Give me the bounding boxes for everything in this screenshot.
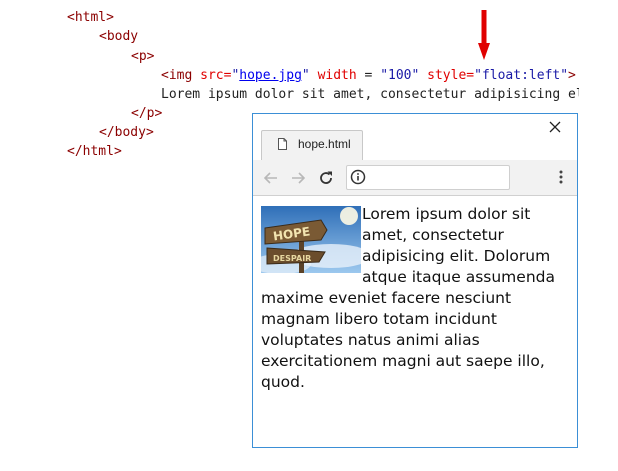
info-icon[interactable] <box>350 169 366 185</box>
style-value: "float:left" <box>474 68 569 83</box>
src-quote-close: " <box>301 68 310 83</box>
address-bar[interactable] <box>346 165 510 190</box>
reload-icon[interactable] <box>318 170 334 186</box>
code-line-html-open: <html> <box>67 10 114 25</box>
src-attribute: src= <box>200 68 232 83</box>
tab-strip: hope.html <box>253 114 577 160</box>
code-line-body-close: </body> <box>99 125 154 140</box>
hope-image: HOPE DESPAIR <box>261 206 361 273</box>
src-link[interactable]: hope.jpg <box>239 68 302 83</box>
menu-dots-icon[interactable] <box>559 169 563 185</box>
close-icon[interactable] <box>549 121 561 133</box>
code-line-p-open: <p> <box>131 49 155 64</box>
code-line-html-close: </html> <box>67 144 122 159</box>
code-line-p-close: </p> <box>131 106 163 121</box>
document-icon <box>278 138 287 150</box>
red-arrow-icon <box>478 10 490 60</box>
img-tag-open: <img <box>161 68 193 83</box>
code-line-body-open: <body <box>99 29 139 44</box>
browser-tab[interactable]: hope.html <box>261 130 363 160</box>
code-line-img: <img src="hope.jpg" width = "100" style=… <box>161 66 576 85</box>
page-content: HOPE DESPAIR Lorem ipsum dolor sit amet,… <box>261 204 571 393</box>
browser-window: hope.html HOPE DESPAIR Lorem ipsum dolor… <box>252 113 578 448</box>
browser-toolbar <box>253 160 577 196</box>
width-value: "100" <box>380 68 420 83</box>
style-attribute: style= <box>427 68 475 83</box>
img-tag-close: > <box>568 68 576 83</box>
width-attribute: width <box>317 68 357 83</box>
tab-title: hope.html <box>298 137 351 151</box>
width-equals: = <box>356 68 381 83</box>
forward-arrow-icon[interactable] <box>290 170 306 186</box>
back-arrow-icon[interactable] <box>263 170 279 186</box>
svg-text:DESPAIR: DESPAIR <box>273 254 311 263</box>
code-line-lorem: Lorem ipsum dolor sit amet, consectetur … <box>161 87 579 102</box>
